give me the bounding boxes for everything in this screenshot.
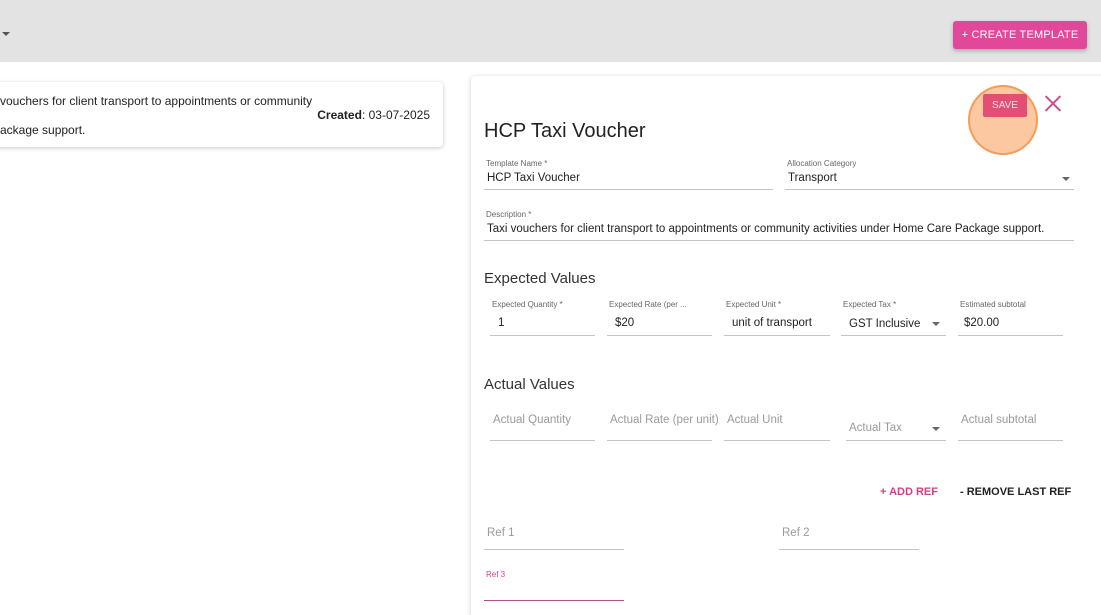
template-card-description-cont: ackage support.: [0, 123, 86, 137]
create-template-button[interactable]: + CREATE TEMPLATE: [953, 21, 1087, 49]
description-field[interactable]: Description * Taxi vouchers for client t…: [484, 210, 1074, 241]
chevron-down-icon[interactable]: [932, 322, 940, 326]
expected-rate-field[interactable]: Expected Rate (per ... $20: [607, 300, 712, 336]
template-name-field[interactable]: Template Name * HCP Taxi Voucher: [484, 159, 773, 190]
actual-subtotal-field: Actual subtotal: [958, 405, 1063, 441]
template-card[interactable]: vouchers for client transport to appoint…: [0, 82, 443, 147]
ref-1-placeholder: Ref 1: [487, 527, 515, 539]
top-toolbar: + CREATE TEMPLATE: [0, 0, 1101, 62]
add-ref-button[interactable]: + ADD REF: [880, 486, 938, 498]
created-date: : 03-07-2025: [361, 108, 430, 122]
page-title: HCP Taxi Voucher: [484, 120, 646, 142]
ref-3-label: Ref 3: [486, 570, 506, 579]
allocation-category-select[interactable]: Allocation Category Transport: [785, 159, 1074, 190]
expected-unit-value[interactable]: unit of transport: [732, 317, 812, 329]
template-name-label: Template Name *: [486, 159, 548, 168]
expected-unit-field[interactable]: Expected Unit * unit of transport: [724, 300, 830, 336]
actual-tax-placeholder: Actual Tax: [849, 422, 902, 434]
template-card-description: vouchers for client transport to appoint…: [0, 94, 313, 108]
ref-1-field[interactable]: Ref 1: [484, 520, 624, 550]
actual-values-heading: Actual Values: [484, 376, 575, 393]
allocation-category-value: Transport: [788, 172, 837, 184]
expected-tax-value: GST Inclusive: [849, 318, 921, 330]
actual-rate-field[interactable]: Actual Rate (per unit): [607, 405, 719, 441]
actual-quantity-placeholder: Actual Quantity: [493, 414, 571, 426]
expected-unit-label: Expected Unit *: [726, 300, 782, 309]
allocation-category-label: Allocation Category: [787, 159, 857, 168]
save-button[interactable]: SAVE: [983, 94, 1027, 117]
expected-tax-label: Expected Tax *: [843, 300, 897, 309]
expected-rate-value[interactable]: $20: [615, 317, 634, 329]
ref-2-placeholder: Ref 2: [782, 527, 810, 539]
actual-subtotal-placeholder: Actual subtotal: [961, 414, 1037, 426]
actual-tax-select[interactable]: Actual Tax: [846, 405, 946, 441]
expected-quantity-field[interactable]: Expected Quantity * 1: [490, 300, 595, 336]
created-label: Created: [317, 108, 362, 122]
expected-values-heading: Expected Values: [484, 270, 596, 287]
actual-unit-field[interactable]: Actual Unit: [724, 405, 830, 441]
estimated-subtotal-value: $20.00: [964, 317, 1000, 329]
expected-rate-label: Expected Rate (per ...: [609, 300, 687, 309]
template-name-value[interactable]: HCP Taxi Voucher: [487, 172, 580, 184]
chevron-down-icon[interactable]: [1062, 177, 1070, 181]
template-card-created: Created: 03-07-2025: [317, 108, 430, 122]
description-value[interactable]: Taxi vouchers for client transport to ap…: [487, 223, 1044, 235]
ref-3-field[interactable]: Ref 3: [484, 570, 624, 601]
chevron-down-icon[interactable]: [2, 32, 10, 36]
expected-quantity-label: Expected Quantity *: [492, 300, 563, 309]
actual-unit-placeholder: Actual Unit: [727, 414, 783, 426]
expected-tax-select[interactable]: Expected Tax * GST Inclusive: [841, 300, 946, 336]
ref-2-field[interactable]: Ref 2: [779, 520, 919, 550]
remove-last-ref-button[interactable]: - REMOVE LAST REF: [960, 486, 1071, 498]
chevron-down-icon[interactable]: [932, 427, 940, 431]
estimated-subtotal-label: Estimated subtotal: [960, 300, 1026, 309]
description-label: Description *: [486, 210, 532, 219]
estimated-subtotal-field: Estimated subtotal $20.00: [958, 300, 1063, 336]
actual-rate-placeholder: Actual Rate (per unit): [610, 414, 719, 426]
actual-quantity-field[interactable]: Actual Quantity: [490, 405, 595, 441]
close-icon[interactable]: [1042, 92, 1064, 114]
expected-quantity-value[interactable]: 1: [498, 317, 504, 329]
